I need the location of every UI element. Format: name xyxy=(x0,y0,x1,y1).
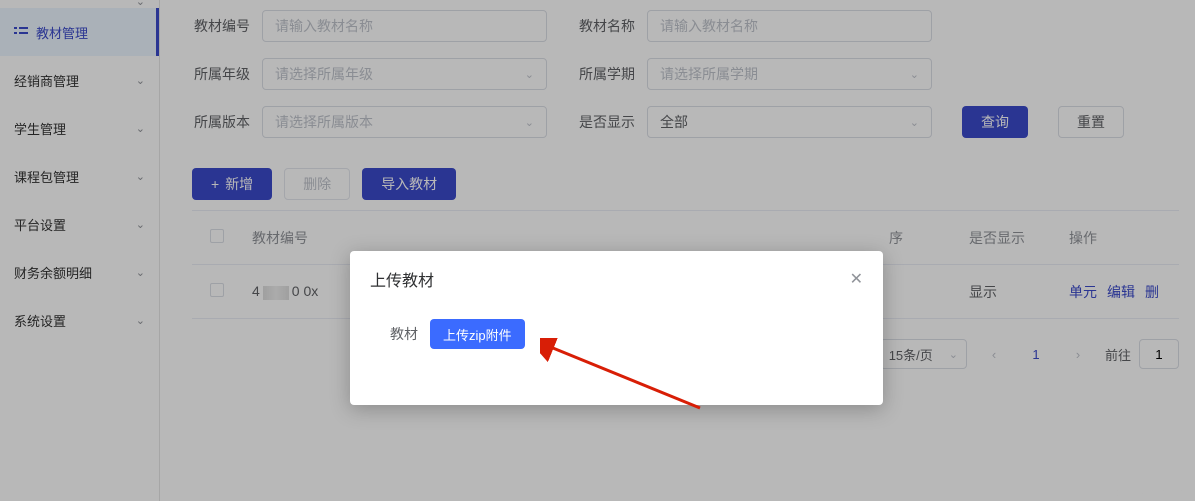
modal-field-label: 教材 xyxy=(390,324,418,344)
modal-body: 教材 上传zip附件 xyxy=(350,299,883,405)
upload-modal: 上传教材 ✕ 教材 上传zip附件 xyxy=(350,251,883,405)
watermark: CSDN @hanzhuhuaa xyxy=(1071,485,1187,499)
close-icon[interactable]: ✕ xyxy=(850,269,863,289)
modal-header: 上传教材 ✕ xyxy=(350,251,883,299)
upload-zip-button[interactable]: 上传zip附件 xyxy=(430,319,525,349)
modal-title: 上传教材 xyxy=(370,267,434,291)
